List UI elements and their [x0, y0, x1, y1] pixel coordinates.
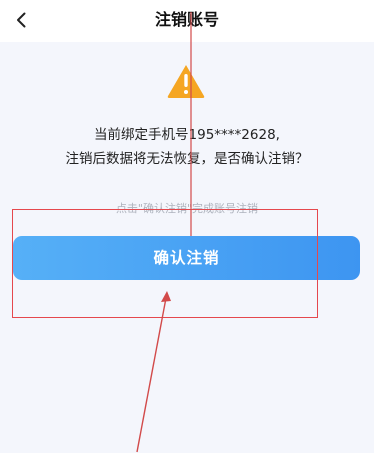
message-line-2: 注销后数据将无法恢复，是否确认注销？ — [65, 151, 309, 167]
annotation-arrow-line — [136, 297, 167, 453]
message-line-1: 当前绑定手机号195****2628, — [94, 127, 280, 143]
top-bar: 注销账号 — [0, 0, 374, 42]
annotation-highlight-box — [12, 209, 318, 318]
confirmation-message: 当前绑定手机号195****2628, 注销后数据将无法恢复，是否确认注销？ — [0, 123, 374, 171]
warning-triangle-icon — [167, 65, 205, 98]
page-title: 注销账号 — [154, 10, 219, 29]
